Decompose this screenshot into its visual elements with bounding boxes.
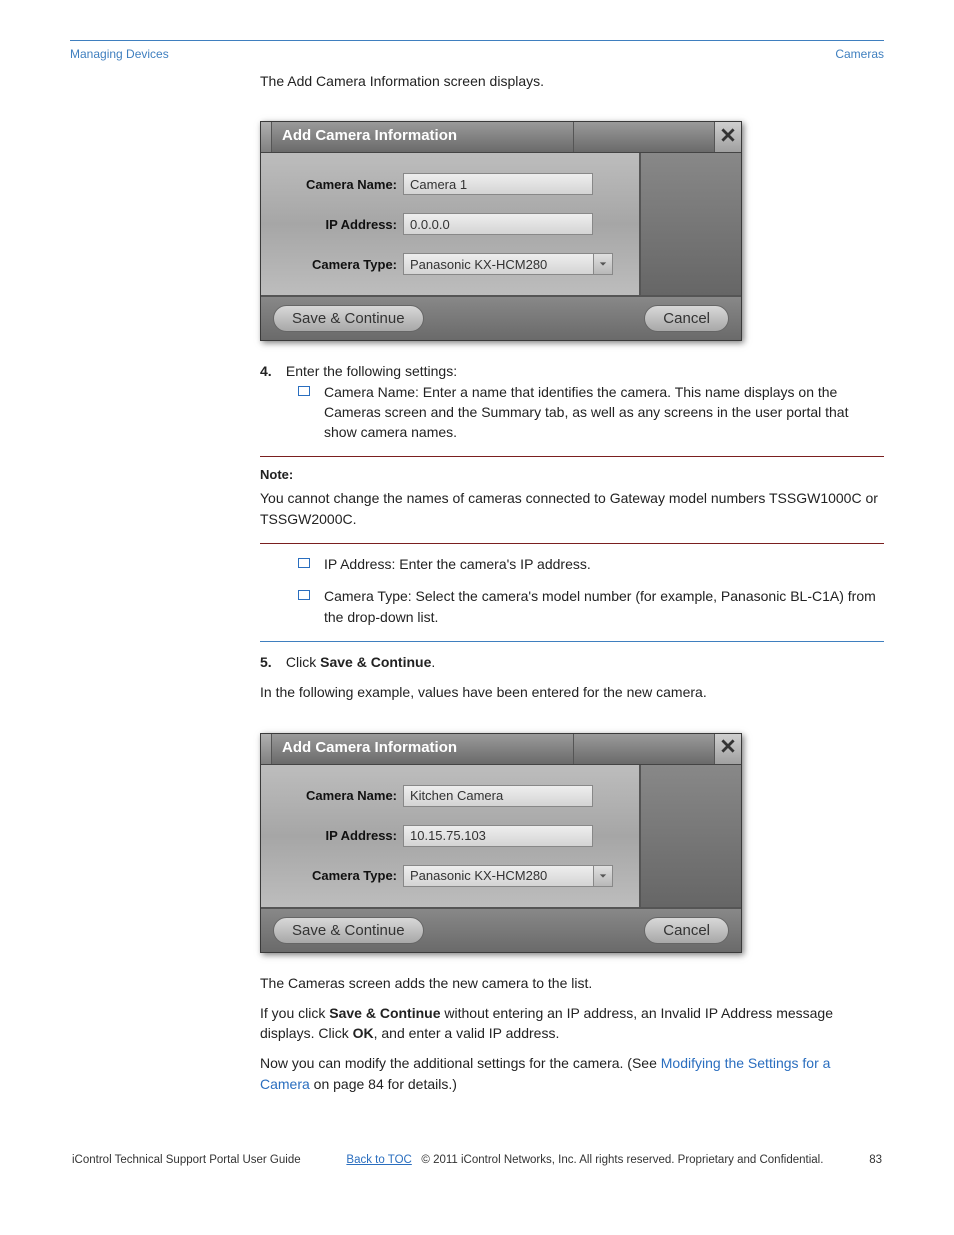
dialog-title: Add Camera Information — [272, 734, 574, 764]
step4-number: 4. — [260, 361, 282, 381]
title-bar-grip — [261, 734, 272, 764]
ip-address-input[interactable] — [403, 825, 593, 847]
cancel-button[interactable]: Cancel — [644, 305, 729, 332]
step5-bold: Save & Continue — [320, 654, 431, 670]
step5-intro: In the following example, values have be… — [260, 682, 884, 702]
page-footer: iControl Technical Support Portal User G… — [70, 1154, 884, 1166]
ip-address-label: IP Address: — [277, 217, 403, 232]
step3-intro: The Add Camera Information screen displa… — [260, 71, 884, 91]
dropdown-arrow[interactable] — [593, 865, 613, 887]
step4-text: Enter the following settings: — [286, 363, 457, 379]
breadcrumb-right: Cameras — [835, 47, 884, 61]
camera-name-input[interactable] — [403, 785, 593, 807]
save-continue-button[interactable]: Save & Continue — [273, 305, 424, 332]
step5-line: 5. Click Save & Continue. — [260, 652, 884, 672]
close-icon — [721, 739, 735, 758]
settings-item-type: Camera Type: Select the camera's model n… — [298, 586, 884, 627]
save-continue-button[interactable]: Save & Continue — [273, 917, 424, 944]
camera-type-select[interactable] — [403, 865, 613, 887]
footer-center: Back to TOC © 2011 iControl Networks, In… — [346, 1154, 823, 1166]
footer-page-number: 83 — [869, 1154, 882, 1166]
dialog-side-panel — [641, 765, 741, 907]
back-to-toc-link[interactable]: Back to TOC — [346, 1154, 411, 1166]
dialog-title: Add Camera Information — [272, 122, 574, 152]
cancel-button[interactable]: Cancel — [644, 917, 729, 944]
after-p1: The Cameras screen adds the new camera t… — [260, 973, 884, 993]
ip-address-input[interactable] — [403, 213, 593, 235]
title-bar-grip — [261, 122, 272, 152]
camera-type-label: Camera Type: — [277, 257, 403, 272]
chevron-down-icon — [599, 867, 607, 885]
camera-name-input[interactable] — [403, 173, 593, 195]
close-button[interactable] — [714, 122, 741, 152]
camera-type-label: Camera Type: — [277, 868, 403, 883]
settings-item-name: Camera Name: Enter a name that identifie… — [298, 382, 884, 443]
dropdown-arrow[interactable] — [593, 253, 613, 275]
close-button[interactable] — [714, 734, 741, 764]
settings-list-a: Camera Name: Enter a name that identifie… — [298, 382, 884, 443]
after-p3: Now you can modify the additional settin… — [260, 1053, 884, 1094]
note-text: You cannot change the names of cameras c… — [260, 488, 884, 529]
page-header: Managing Devices Cameras — [70, 47, 884, 61]
dialog-side-panel — [641, 153, 741, 295]
note-label: Note: — [260, 467, 884, 482]
footer-left: iControl Technical Support Portal User G… — [72, 1154, 301, 1166]
title-bar-spacer — [574, 734, 714, 764]
title-bar-spacer — [574, 122, 714, 152]
settings-list-b: IP Address: Enter the camera's IP addres… — [298, 554, 884, 627]
note-rule-top — [260, 456, 884, 457]
add-camera-dialog-1: Add Camera Information Camera Name: IP A… — [260, 121, 742, 341]
camera-type-value[interactable] — [403, 253, 593, 275]
camera-type-value[interactable] — [403, 865, 593, 887]
section-rule — [260, 641, 884, 642]
note-rule-bottom — [260, 543, 884, 544]
chevron-down-icon — [599, 255, 607, 273]
step4-line: 4. Enter the following settings: — [260, 361, 884, 381]
camera-type-select[interactable] — [403, 253, 613, 275]
step5-number: 5. — [260, 652, 282, 672]
note-block: Note: You cannot change the names of cam… — [260, 467, 884, 529]
after-p2: If you click Save & Continue without ent… — [260, 1003, 884, 1044]
close-icon — [721, 128, 735, 147]
breadcrumb-left: Managing Devices — [70, 47, 169, 61]
camera-name-label: Camera Name: — [277, 177, 403, 192]
camera-name-label: Camera Name: — [277, 788, 403, 803]
settings-item-ip: IP Address: Enter the camera's IP addres… — [298, 554, 884, 574]
add-camera-dialog-2: Add Camera Information Camera Name: IP A… — [260, 733, 742, 953]
ip-address-label: IP Address: — [277, 828, 403, 843]
